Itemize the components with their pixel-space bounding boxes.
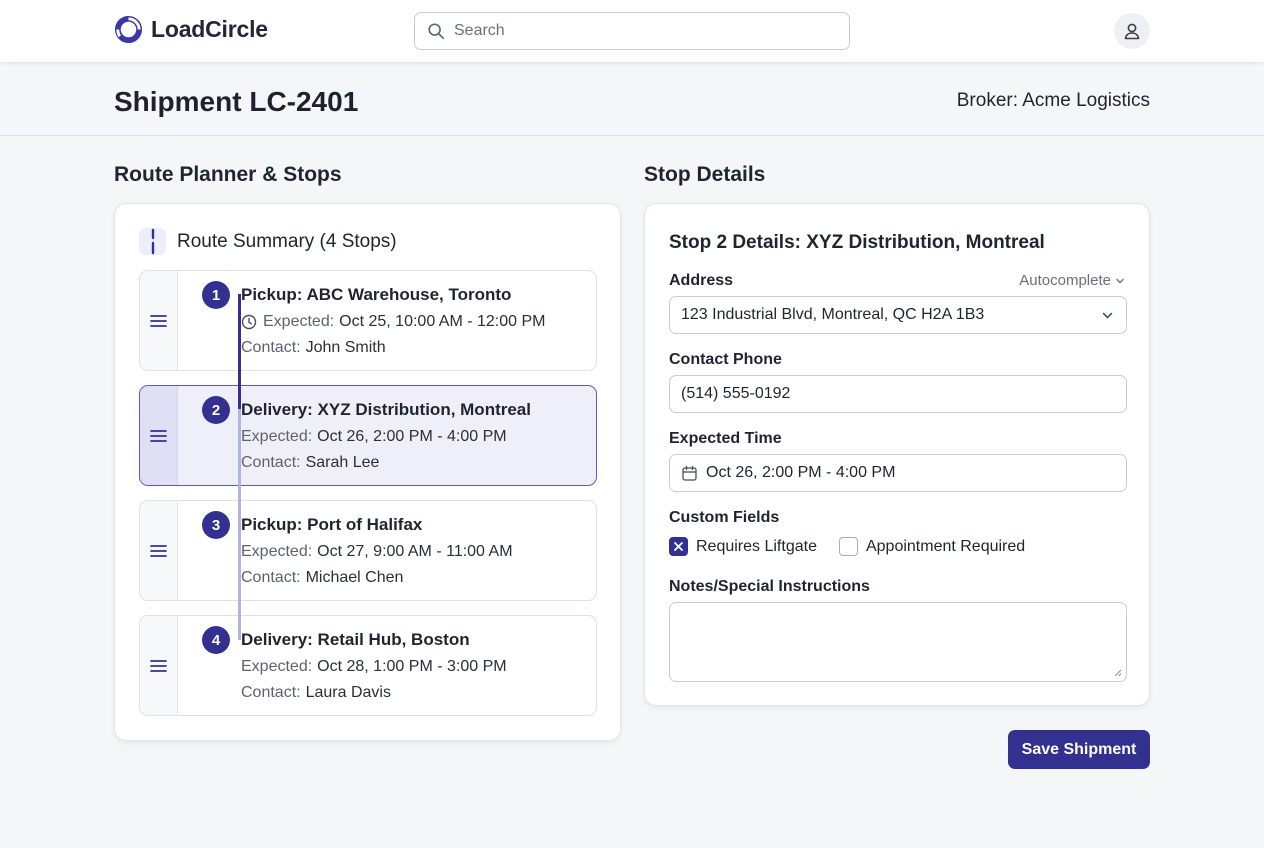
page-title: Shipment LC-2401: [114, 86, 359, 117]
expected-label: Expected:: [241, 543, 313, 560]
stop-item-1[interactable]: 1 Pickup: ABC Warehouse, Toronto Expecte…: [139, 270, 597, 371]
stop-item-2[interactable]: 2 Delivery: XYZ Distribution, Montreal E…: [139, 385, 597, 486]
appointment-required-checkbox[interactable]: Appointment Required: [838, 537, 1026, 556]
contact-label: Contact:: [241, 569, 301, 586]
contact-label: Contact:: [241, 454, 301, 471]
route-summary-title: Route Summary (4 Stops): [177, 230, 397, 252]
expected-time-value: Oct 26, 2:00 PM - 4:00 PM: [706, 464, 896, 481]
expected-label: Expected:: [241, 658, 313, 675]
autocomplete-toggle[interactable]: Autocomplete: [1019, 272, 1125, 289]
stop-contact: Contact: John Smith: [241, 338, 545, 357]
drag-handle-icon: [150, 659, 167, 672]
top-bar: LoadCircle: [0, 0, 1264, 62]
route-summary-card: Route Summary (4 Stops) 1 Pickup: ABC Wa…: [114, 203, 621, 741]
contact-value: Sarah Lee: [305, 454, 380, 471]
expected-label: Expected:: [263, 313, 335, 330]
autocomplete-label: Autocomplete: [1019, 272, 1111, 289]
expected-value: Oct 28, 1:00 PM - 3:00 PM: [317, 658, 507, 675]
user-icon: [1124, 23, 1140, 40]
clock-icon: [241, 314, 257, 329]
route-icon: [139, 228, 166, 255]
stop-expected: Expected: Oct 26, 2:00 PM - 4:00 PM: [241, 427, 531, 446]
contact-phone-field[interactable]: (514) 555-0192: [669, 375, 1127, 413]
stop-expected: Expected: Oct 28, 1:00 PM - 3:00 PM: [241, 657, 507, 676]
brand[interactable]: LoadCircle: [114, 15, 268, 44]
stop-number: 3: [202, 511, 230, 539]
stop-title: Delivery: Retail Hub, Boston: [241, 630, 470, 649]
route-section-title: Route Planner & Stops: [114, 163, 342, 186]
address-value: 123 Industrial Blvd, Montreal, QC H2A 1B…: [681, 306, 985, 323]
user-avatar-button[interactable]: [1114, 13, 1150, 49]
stop-number: 4: [202, 626, 230, 654]
route-timeline: [238, 294, 241, 640]
stop-details-title: Stop 2 Details: XYZ Distribution, Montre…: [669, 232, 1045, 253]
drag-handle[interactable]: [140, 271, 178, 370]
stop-number: 2: [202, 396, 230, 424]
drag-handle-icon: [150, 314, 167, 327]
drag-handle[interactable]: [140, 386, 178, 485]
search-box[interactable]: [414, 12, 850, 50]
loadcircle-logo-icon: [114, 15, 143, 44]
contact-value: John Smith: [305, 339, 386, 356]
custom-fields-group: Requires Liftgate Appointment Required: [669, 537, 1047, 556]
stop-title: Pickup: ABC Warehouse, Toronto: [241, 285, 512, 304]
drag-handle-icon: [150, 544, 167, 557]
stop-title: Delivery: XYZ Distribution, Montreal: [241, 400, 531, 419]
stop-item-3[interactable]: 3 Pickup: Port of Halifax Expected: Oct …: [139, 500, 597, 601]
stop-contact: Contact: Laura Davis: [241, 683, 507, 702]
chevron-down-icon: [1102, 312, 1113, 319]
expected-label: Expected:: [241, 428, 313, 445]
broker-label: Broker: Acme Logistics: [956, 90, 1150, 111]
brand-name: LoadCircle: [151, 16, 268, 42]
stop-details-card: Stop 2 Details: XYZ Distribution, Montre…: [644, 203, 1150, 706]
address-select[interactable]: 123 Industrial Blvd, Montreal, QC H2A 1B…: [669, 296, 1127, 334]
search-icon: [428, 23, 445, 40]
contact-label: Contact:: [241, 339, 301, 356]
custom-fields-label: Custom Fields: [669, 509, 780, 526]
checkbox-unchecked[interactable]: [838, 537, 858, 556]
appointment-required-label: Appointment Required: [865, 537, 1026, 555]
search-input[interactable]: [454, 22, 834, 40]
details-section-title: Stop Details: [644, 163, 766, 186]
save-shipment-button[interactable]: Save Shipment: [1008, 730, 1150, 769]
check-x-icon: [674, 542, 683, 551]
drag-handle[interactable]: [140, 616, 178, 715]
resize-grip-icon[interactable]: [1114, 669, 1122, 677]
requires-liftgate-checkbox[interactable]: Requires Liftgate: [669, 537, 817, 556]
notes-textarea[interactable]: [669, 602, 1127, 682]
notes-label: Notes/Special Instructions: [669, 578, 870, 595]
contact-label: Contact:: [241, 684, 301, 701]
expected-value: Oct 25, 10:00 AM - 12:00 PM: [339, 313, 546, 330]
expected-time-field[interactable]: Oct 26, 2:00 PM - 4:00 PM: [669, 454, 1127, 492]
contact-phone-label: Contact Phone: [669, 351, 782, 368]
expected-value: Oct 27, 9:00 AM - 11:00 AM: [317, 543, 513, 560]
route-summary-header: Route Summary (4 Stops): [139, 228, 397, 255]
contact-phone-value: (514) 555-0192: [681, 385, 791, 402]
checkbox-checked[interactable]: [669, 537, 688, 556]
stop-contact: Contact: Michael Chen: [241, 568, 513, 587]
expected-value: Oct 26, 2:00 PM - 4:00 PM: [317, 428, 507, 445]
chevron-down-icon: [1116, 278, 1124, 283]
stop-title: Pickup: Port of Halifax: [241, 515, 423, 534]
contact-value: Laura Davis: [305, 684, 391, 701]
expected-time-label: Expected Time: [669, 430, 782, 447]
drag-handle-icon: [150, 429, 167, 442]
drag-handle[interactable]: [140, 501, 178, 600]
address-label: Address: [669, 272, 734, 289]
stop-expected: Expected: Oct 27, 9:00 AM - 11:00 AM: [241, 542, 513, 561]
contact-value: Michael Chen: [305, 569, 404, 586]
calendar-icon: [682, 465, 697, 481]
stop-item-4[interactable]: 4 Delivery: Retail Hub, Boston Expected:…: [139, 615, 597, 716]
requires-liftgate-label: Requires Liftgate: [696, 537, 817, 555]
stop-contact: Contact: Sarah Lee: [241, 453, 531, 472]
stop-expected: Expected: Oct 25, 10:00 AM - 12:00 PM: [241, 312, 545, 331]
page-header: Shipment LC-2401 Broker: Acme Logistics: [0, 62, 1264, 136]
stop-number: 1: [202, 281, 230, 309]
